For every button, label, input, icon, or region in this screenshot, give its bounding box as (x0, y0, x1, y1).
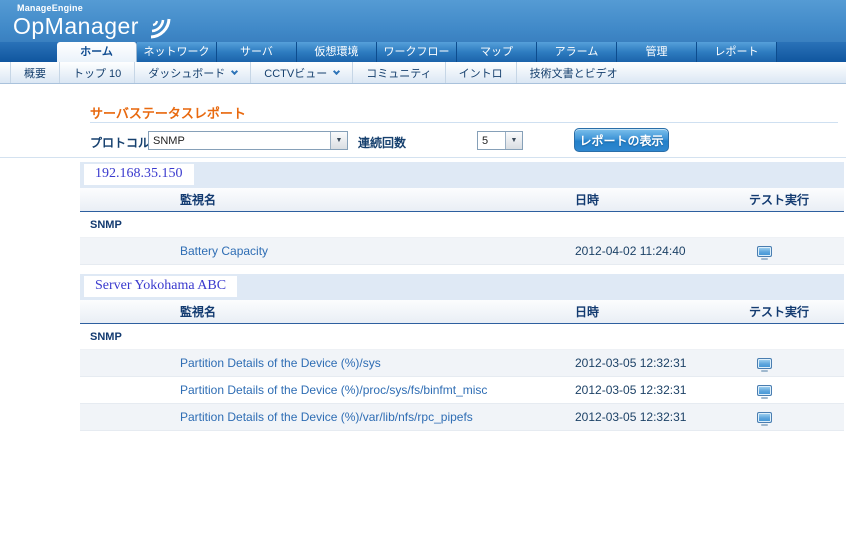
col-datetime: 日時 (575, 193, 600, 207)
brand-product: OpManager (13, 13, 139, 39)
table-row: Partition Details of the Device (%)/proc… (80, 377, 844, 404)
table-header: 監視名 日時 テスト実行 (80, 188, 844, 212)
table-rows: Battery Capacity 2012-04-02 11:24:40 (80, 238, 844, 265)
subnav-dashboard-label: ダッシュボード (148, 67, 226, 80)
col-monitor-name: 監視名 (180, 305, 217, 319)
row-datetime: 2012-03-05 12:32:31 (575, 410, 687, 424)
tab-admin[interactable]: 管理 (617, 42, 697, 62)
monitor-link[interactable]: Partition Details of the Device (%)/sys (180, 356, 381, 370)
tab-map[interactable]: マップ (457, 42, 537, 62)
row-datetime: 2012-03-05 12:32:31 (575, 356, 687, 370)
device-section: 192.168.35.150 監視名 日時 テスト実行 SNMP Battery… (80, 162, 844, 265)
subnav-overview[interactable]: 概要 (10, 62, 59, 83)
subnav-overview-label: 概要 (24, 67, 46, 80)
subnav-cctv-view[interactable]: CCTVビュー (250, 62, 352, 83)
tab-server[interactable]: サーバ (217, 42, 297, 62)
test-run-monitor-icon[interactable] (757, 385, 772, 400)
subnav-community[interactable]: コミュニティ (352, 62, 444, 83)
subnav-intro[interactable]: イントロ (444, 62, 516, 83)
opmanager-logo[interactable]: ManageEngine OpManager (13, 3, 171, 39)
consecutive-count-label: 連続回数 (358, 136, 407, 150)
count-select-value: 5 (482, 135, 489, 147)
col-monitor-name: 監視名 (180, 193, 217, 207)
device-name[interactable]: Server Yokohama ABC (84, 276, 238, 297)
device-section-bar: 192.168.35.150 (80, 162, 844, 188)
chevron-down-icon (333, 67, 341, 75)
tab-report[interactable]: レポート (697, 42, 777, 62)
protocol-group-row: SNMP (80, 212, 844, 238)
subnav-community-label: コミュニティ (366, 67, 432, 80)
consecutive-count-select[interactable]: 5 ▼ (477, 131, 523, 150)
protocol-group-row: SNMP (80, 324, 844, 350)
row-datetime: 2012-04-02 11:24:40 (575, 244, 686, 258)
logo-swoosh-icon (150, 18, 171, 39)
tab-network[interactable]: ネットワーク (137, 42, 217, 62)
table-header: 監視名 日時 テスト実行 (80, 300, 844, 324)
subnav-intro-label: イントロ (458, 67, 503, 80)
protocol-select-value: SNMP (153, 135, 185, 147)
sub-nav: 概要 トップ 10 ダッシュボード CCTVビュー コミュニティ イントロ 技術… (0, 62, 846, 84)
chevron-down-icon (231, 67, 239, 75)
protocol-select[interactable]: SNMP ▼ (148, 131, 348, 150)
app-header: ManageEngine OpManager (0, 0, 846, 42)
title-divider (90, 122, 838, 123)
server-status-report: 192.168.35.150 監視名 日時 テスト実行 SNMP Battery… (80, 162, 844, 440)
content-area: サーバステータスレポート プロトコル SNMP ▼ 連続回数 5 ▼ レポートの… (0, 84, 846, 548)
subnav-docs-videos-label: 技術文書とビデオ (529, 67, 618, 80)
test-run-monitor-icon[interactable] (757, 358, 772, 373)
subnav-cctv-label: CCTVビュー (264, 67, 328, 80)
test-run-monitor-icon[interactable] (757, 412, 772, 427)
device-section: Server Yokohama ABC 監視名 日時 テスト実行 SNMP Pa… (80, 274, 844, 431)
subnav-top10-label: トップ 10 (73, 67, 122, 80)
dropdown-arrow-glyph: ▼ (335, 137, 343, 144)
subnav-docs-videos[interactable]: 技術文書とビデオ (515, 62, 631, 83)
monitor-link[interactable]: Partition Details of the Device (%)/var/… (180, 410, 473, 424)
row-datetime: 2012-03-05 12:32:31 (575, 383, 687, 397)
table-row: Partition Details of the Device (%)/sys … (80, 350, 844, 377)
col-test-run: テスト実行 (749, 193, 810, 207)
test-run-monitor-icon[interactable] (757, 246, 772, 261)
form-divider (0, 157, 846, 158)
show-report-button[interactable]: レポートの表示 (574, 128, 669, 152)
main-nav: ホーム ネットワーク サーバ 仮想環境 ワークフロー マップ アラーム 管理 レ… (0, 42, 846, 62)
dropdown-arrow-icon[interactable]: ▼ (330, 132, 347, 149)
page-title: サーバステータスレポート (90, 106, 246, 121)
tab-home[interactable]: ホーム (57, 42, 137, 62)
device-name[interactable]: 192.168.35.150 (84, 164, 194, 185)
protocol-label: プロトコル (90, 136, 151, 150)
tab-workflow[interactable]: ワークフロー (377, 42, 457, 62)
tab-alarm[interactable]: アラーム (537, 42, 617, 62)
subnav-dashboard[interactable]: ダッシュボード (134, 62, 250, 83)
col-datetime: 日時 (575, 305, 600, 319)
col-test-run: テスト実行 (749, 305, 810, 319)
monitor-link[interactable]: Battery Capacity (180, 244, 268, 258)
device-section-bar: Server Yokohama ABC (80, 274, 844, 300)
dropdown-arrow-icon[interactable]: ▼ (505, 132, 522, 149)
table-rows: Partition Details of the Device (%)/sys … (80, 350, 844, 431)
dropdown-arrow-glyph: ▼ (510, 137, 518, 144)
subnav-top10[interactable]: トップ 10 (59, 62, 134, 83)
table-row: Battery Capacity 2012-04-02 11:24:40 (80, 238, 844, 265)
monitor-link[interactable]: Partition Details of the Device (%)/proc… (180, 383, 487, 397)
table-row: Partition Details of the Device (%)/var/… (80, 404, 844, 431)
tab-virtual-env[interactable]: 仮想環境 (297, 42, 377, 62)
